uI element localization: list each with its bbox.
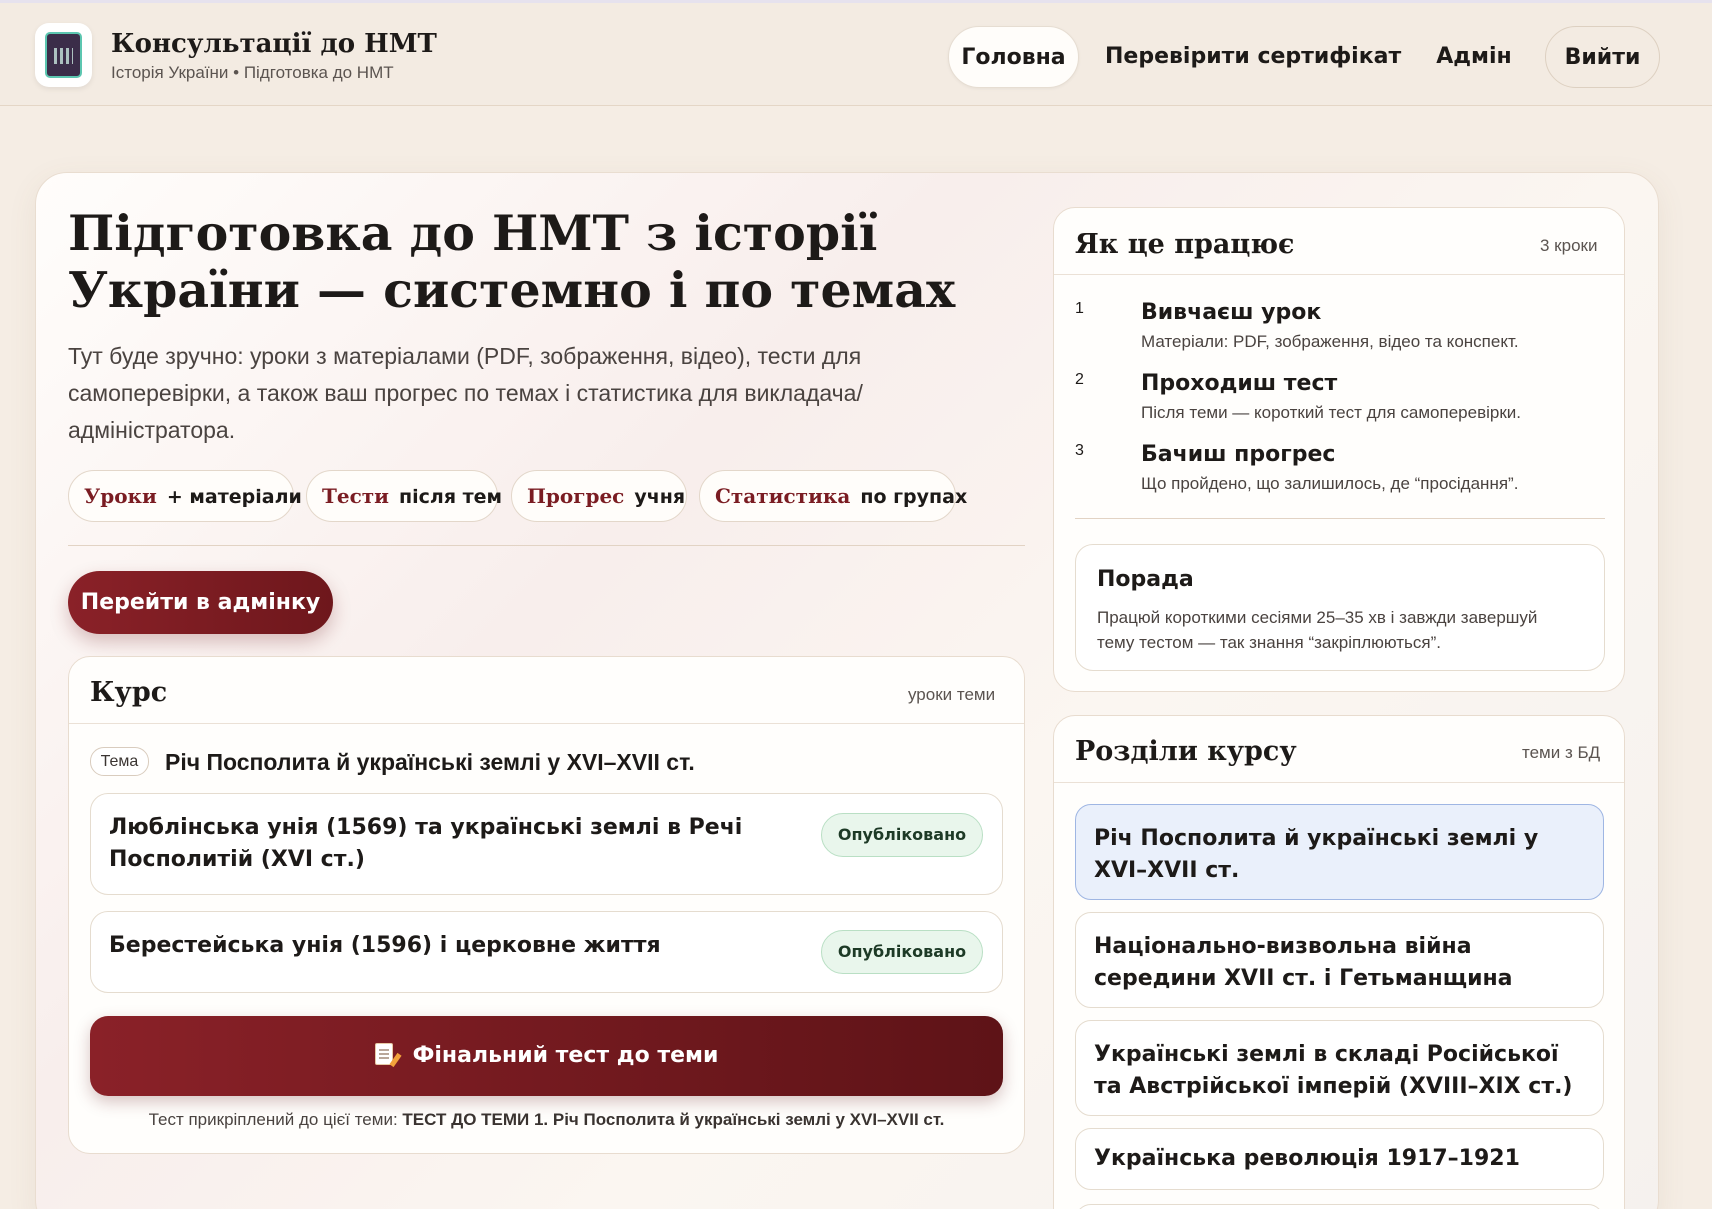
pill-key: Статистика — [715, 484, 851, 508]
nav-admin-link[interactable]: Адмін — [1420, 26, 1528, 88]
lesson-title: Люблінська унія (1569) та українські зем… — [109, 815, 743, 872]
step-title: Проходиш тест — [1141, 371, 1338, 396]
step-description: Що пройдено, що залишилось, де “просідан… — [1141, 474, 1519, 493]
tip-card: Порада Працюй короткими сесіями 25–35 хв… — [1075, 544, 1605, 671]
nav-certificate-link[interactable]: Перевірити сертифікат — [1105, 26, 1401, 88]
lesson-card[interactable]: Люблінська унія (1569) та українські зем… — [90, 793, 1003, 895]
pill-key: Тести — [322, 484, 390, 508]
tip-title: Порада — [1097, 567, 1194, 592]
status-badge: Опубліковано — [821, 813, 983, 857]
topic-tag: Тема — [90, 747, 149, 776]
hero-title: Підготовка до НМТ з історії України — си… — [68, 204, 956, 319]
feature-pill-progress: Прогрес учня — [511, 470, 687, 522]
book-cover-icon — [45, 32, 82, 78]
step-description: Матеріали: PDF, зображення, відео та кон… — [1141, 332, 1519, 351]
final-note-prefix: Тест прикріплений до цієї теми: — [148, 1110, 403, 1129]
how-divider — [1054, 274, 1624, 275]
course-panel-title: Курс — [90, 677, 168, 708]
pill-value: після тем — [399, 486, 503, 508]
steps-divider — [1075, 518, 1605, 519]
section-item[interactable]: Українські землі в складі Російської та … — [1075, 1020, 1604, 1116]
course-divider — [69, 723, 1024, 724]
feature-pill-statistics: Статистика по групах — [699, 470, 967, 522]
tip-text: Працюй короткими сесіями 25–35 хв і завж… — [1097, 608, 1538, 652]
document-pencil-icon — [374, 1043, 393, 1065]
course-sections-title: Розділи курсу — [1075, 736, 1297, 767]
feature-pill-tests: Тести після тем — [306, 470, 502, 522]
final-test-button[interactable]: Фінальний тест до теми — [90, 1016, 1003, 1096]
brand-subtitle: Історія України • Підготовка до НМТ — [111, 63, 394, 82]
nav-home-link[interactable]: Головна — [948, 26, 1079, 88]
section-item[interactable]: Національно-визвольна війна середини XVI… — [1075, 912, 1604, 1008]
lesson-card[interactable]: Берестейська унія (1596) і церковне житт… — [90, 911, 1003, 993]
final-note-test-name: ТЕСТ ДО ТЕМИ 1. Річ Посполита й українсь… — [402, 1110, 945, 1129]
course-sections-note: теми з БД — [1522, 743, 1601, 762]
step-title: Вивчаєш урок — [1141, 300, 1322, 325]
pill-key: Уроки — [84, 484, 157, 508]
status-badge: Опубліковано — [821, 930, 983, 974]
pill-value: + матеріали — [166, 486, 302, 508]
step-number: 2 — [1075, 371, 1084, 388]
step-number: 3 — [1075, 442, 1084, 459]
pill-key: Прогрес — [527, 484, 625, 508]
top-header: Консультації до НМТ Історія України • Пі… — [0, 0, 1712, 106]
pill-value: по групах — [860, 486, 968, 508]
feature-pill-lessons: Уроки + матеріали — [68, 470, 302, 522]
course-panel-note: уроки теми — [908, 685, 996, 704]
lesson-title: Берестейська унія (1596) і церковне житт… — [109, 933, 661, 958]
step-number: 1 — [1075, 300, 1084, 317]
final-test-label: Фінальний тест до теми — [412, 1043, 719, 1068]
how-it-works-title: Як це працює — [1075, 229, 1295, 260]
how-it-works-note: 3 кроки — [1540, 236, 1598, 255]
logout-button[interactable]: Вийти — [1545, 26, 1660, 88]
app-logo[interactable] — [35, 23, 92, 87]
topic-name: Річ Посполита й українські землі у XVI–X… — [165, 749, 695, 775]
section-item[interactable]: Українська революція 1917–1921 — [1075, 1128, 1604, 1190]
brand-title: Консультації до НМТ — [111, 29, 437, 59]
section-item[interactable] — [1075, 1204, 1604, 1209]
hero-description: Тут буде зручно: уроки з матеріалами (PD… — [68, 343, 863, 443]
step-title: Бачиш прогрес — [1141, 442, 1336, 467]
pill-value: учня — [634, 486, 686, 508]
step-description: Після теми — короткий тест для самоперев… — [1141, 403, 1521, 422]
section-item-active[interactable]: Річ Посполита й українські землі у XVI–X… — [1075, 804, 1604, 900]
sections-divider — [1054, 782, 1624, 783]
final-test-note: Тест прикріплений до цієї теми: ТЕСТ ДО … — [90, 1110, 1003, 1130]
go-to-admin-button[interactable]: Перейти в адмінку — [68, 571, 333, 634]
hero-divider — [68, 545, 1025, 546]
